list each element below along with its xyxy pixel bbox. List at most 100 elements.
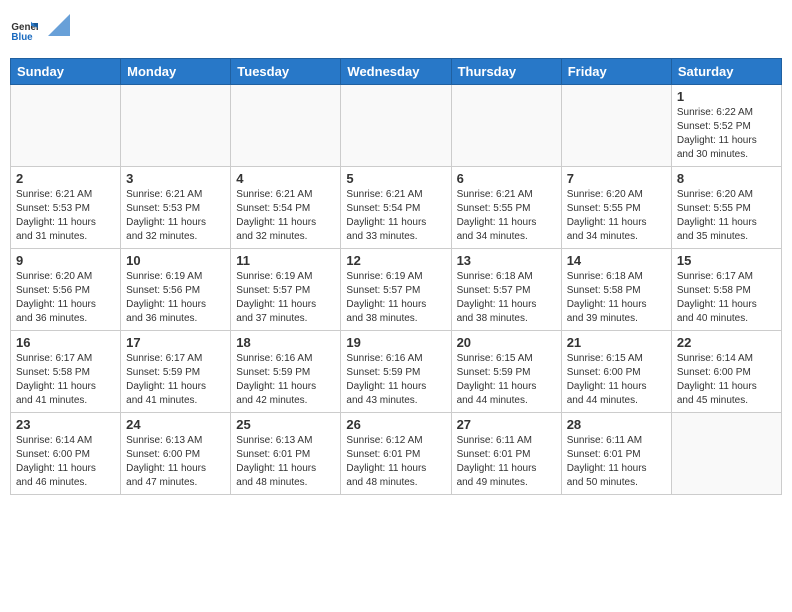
calendar-cell: 24 Sunrise: 6:13 AM Sunset: 6:00 PM Dayli… [121, 413, 231, 495]
day-info: Sunrise: 6:21 AM Sunset: 5:53 PM Dayligh… [16, 188, 115, 244]
day-number: 17 [126, 335, 225, 350]
calendar-cell: 27 Sunrise: 6:11 AM Sunset: 6:01 PM Dayli… [451, 413, 561, 495]
week-row-3: 9Sunrise: 6:20 AM Sunset: 5:56 PM Daylig… [11, 249, 782, 331]
day-number: 11 [236, 253, 335, 268]
day-info: Sunrise: 6:19 AM Sunset: 5:56 PM Dayligh… [126, 270, 225, 326]
weekday-header-wednesday: Wednesday [341, 59, 451, 85]
day-number: 9 [16, 253, 115, 268]
day-info: Sunrise: 6:17 AM Sunset: 5:58 PM Dayligh… [677, 270, 776, 326]
day-number: 16 [16, 335, 115, 350]
day-info: Sunrise: 6:21 AM Sunset: 5:55 PM Dayligh… [457, 188, 556, 244]
day-info: Sunrise: 6:20 AM Sunset: 5:55 PM Dayligh… [677, 188, 776, 244]
calendar-cell [121, 85, 231, 167]
day-info: Sunrise: 6:21 AM Sunset: 5:54 PM Dayligh… [236, 188, 335, 244]
day-info: Sunrise: 6:14 AM Sunset: 6:00 PM Dayligh… [677, 352, 776, 408]
weekday-header-sunday: Sunday [11, 59, 121, 85]
day-info: Sunrise: 6:11 AM Sunset: 6:01 PM Dayligh… [457, 434, 556, 490]
calendar-cell: 21 Sunrise: 6:15 AM Sunset: 6:00 PM Dayli… [561, 331, 671, 413]
day-number: 25 [236, 417, 335, 432]
day-number: 2 [16, 171, 115, 186]
day-number: 3 [126, 171, 225, 186]
day-number: 1 [677, 89, 776, 104]
day-info: Sunrise: 6:15 AM Sunset: 6:00 PM Dayligh… [567, 352, 666, 408]
calendar-cell: 1 Sunrise: 6:22 AM Sunset: 5:52 PM Daylig… [671, 85, 781, 167]
weekday-header-friday: Friday [561, 59, 671, 85]
day-info: Sunrise: 6:22 AM Sunset: 5:52 PM Dayligh… [677, 106, 776, 162]
day-info: Sunrise: 6:21 AM Sunset: 5:53 PM Dayligh… [126, 188, 225, 244]
logo-triangle-icon [48, 14, 70, 36]
day-info: Sunrise: 6:13 AM Sunset: 6:00 PM Dayligh… [126, 434, 225, 490]
calendar-cell: 17 Sunrise: 6:17 AM Sunset: 5:59 PM Dayli… [121, 331, 231, 413]
day-info: Sunrise: 6:17 AM Sunset: 5:59 PM Dayligh… [126, 352, 225, 408]
day-info: Sunrise: 6:17 AM Sunset: 5:58 PM Dayligh… [16, 352, 115, 408]
calendar-cell [11, 85, 121, 167]
day-number: 24 [126, 417, 225, 432]
calendar-cell: 10 Sunrise: 6:19 AM Sunset: 5:56 PM Dayli… [121, 249, 231, 331]
calendar-cell: 11 Sunrise: 6:19 AM Sunset: 5:57 PM Dayli… [231, 249, 341, 331]
svg-text:Blue: Blue [11, 32, 33, 43]
day-number: 14 [567, 253, 666, 268]
page-header: General Blue [10, 10, 782, 50]
calendar-cell: 12Sunrise: 6:19 AM Sunset: 5:57 PM Dayli… [341, 249, 451, 331]
day-number: 8 [677, 171, 776, 186]
day-info: Sunrise: 6:15 AM Sunset: 5:59 PM Dayligh… [457, 352, 556, 408]
calendar-cell: 3 Sunrise: 6:21 AM Sunset: 5:53 PM Daylig… [121, 167, 231, 249]
calendar-cell [561, 85, 671, 167]
day-number: 10 [126, 253, 225, 268]
weekday-header-monday: Monday [121, 59, 231, 85]
day-info: Sunrise: 6:18 AM Sunset: 5:57 PM Dayligh… [457, 270, 556, 326]
calendar-cell: 22 Sunrise: 6:14 AM Sunset: 6:00 PM Dayli… [671, 331, 781, 413]
day-number: 15 [677, 253, 776, 268]
day-number: 18 [236, 335, 335, 350]
calendar-cell: 13 Sunrise: 6:18 AM Sunset: 5:57 PM Dayli… [451, 249, 561, 331]
calendar-cell: 19 Sunrise: 6:16 AM Sunset: 5:59 PM Dayli… [341, 331, 451, 413]
calendar-cell: 7 Sunrise: 6:20 AM Sunset: 5:55 PM Daylig… [561, 167, 671, 249]
week-row-4: 16 Sunrise: 6:17 AM Sunset: 5:58 PM Dayli… [11, 331, 782, 413]
week-row-5: 23 Sunrise: 6:14 AM Sunset: 6:00 PM Dayli… [11, 413, 782, 495]
day-info: Sunrise: 6:14 AM Sunset: 6:00 PM Dayligh… [16, 434, 115, 490]
calendar-cell: 9Sunrise: 6:20 AM Sunset: 5:56 PM Daylig… [11, 249, 121, 331]
calendar-cell: 4 Sunrise: 6:21 AM Sunset: 5:54 PM Daylig… [231, 167, 341, 249]
day-info: Sunrise: 6:16 AM Sunset: 5:59 PM Dayligh… [346, 352, 445, 408]
calendar-cell: 26 Sunrise: 6:12 AM Sunset: 6:01 PM Dayli… [341, 413, 451, 495]
day-info: Sunrise: 6:18 AM Sunset: 5:58 PM Dayligh… [567, 270, 666, 326]
calendar-cell: 5Sunrise: 6:21 AM Sunset: 5:54 PM Daylig… [341, 167, 451, 249]
calendar-cell: 6Sunrise: 6:21 AM Sunset: 5:55 PM Daylig… [451, 167, 561, 249]
day-number: 12 [346, 253, 445, 268]
day-number: 23 [16, 417, 115, 432]
day-info: Sunrise: 6:13 AM Sunset: 6:01 PM Dayligh… [236, 434, 335, 490]
logo: General Blue [10, 10, 70, 50]
day-number: 22 [677, 335, 776, 350]
day-number: 7 [567, 171, 666, 186]
week-row-2: 2 Sunrise: 6:21 AM Sunset: 5:53 PM Daylig… [11, 167, 782, 249]
calendar-cell: 8 Sunrise: 6:20 AM Sunset: 5:55 PM Daylig… [671, 167, 781, 249]
calendar-cell: 20 Sunrise: 6:15 AM Sunset: 5:59 PM Dayli… [451, 331, 561, 413]
day-info: Sunrise: 6:19 AM Sunset: 5:57 PM Dayligh… [236, 270, 335, 326]
calendar-cell [341, 85, 451, 167]
calendar-cell: 14 Sunrise: 6:18 AM Sunset: 5:58 PM Dayli… [561, 249, 671, 331]
week-row-1: 1 Sunrise: 6:22 AM Sunset: 5:52 PM Daylig… [11, 85, 782, 167]
day-info: Sunrise: 6:21 AM Sunset: 5:54 PM Dayligh… [346, 188, 445, 244]
day-number: 4 [236, 171, 335, 186]
day-number: 13 [457, 253, 556, 268]
weekday-header-thursday: Thursday [451, 59, 561, 85]
calendar-cell: 25 Sunrise: 6:13 AM Sunset: 6:01 PM Dayli… [231, 413, 341, 495]
calendar-cell: 18Sunrise: 6:16 AM Sunset: 5:59 PM Dayli… [231, 331, 341, 413]
calendar-cell: 16 Sunrise: 6:17 AM Sunset: 5:58 PM Dayli… [11, 331, 121, 413]
calendar-cell: 15 Sunrise: 6:17 AM Sunset: 5:58 PM Dayli… [671, 249, 781, 331]
day-info: Sunrise: 6:12 AM Sunset: 6:01 PM Dayligh… [346, 434, 445, 490]
calendar-table: SundayMondayTuesdayWednesdayThursdayFrid… [10, 58, 782, 495]
day-number: 20 [457, 335, 556, 350]
calendar-cell [231, 85, 341, 167]
weekday-header-saturday: Saturday [671, 59, 781, 85]
day-info: Sunrise: 6:11 AM Sunset: 6:01 PM Dayligh… [567, 434, 666, 490]
calendar-cell: 28Sunrise: 6:11 AM Sunset: 6:01 PM Dayli… [561, 413, 671, 495]
weekday-header-tuesday: Tuesday [231, 59, 341, 85]
day-number: 21 [567, 335, 666, 350]
day-number: 19 [346, 335, 445, 350]
day-number: 27 [457, 417, 556, 432]
logo-icon: General Blue [10, 16, 38, 44]
calendar-cell [451, 85, 561, 167]
day-number: 26 [346, 417, 445, 432]
day-info: Sunrise: 6:20 AM Sunset: 5:55 PM Dayligh… [567, 188, 666, 244]
